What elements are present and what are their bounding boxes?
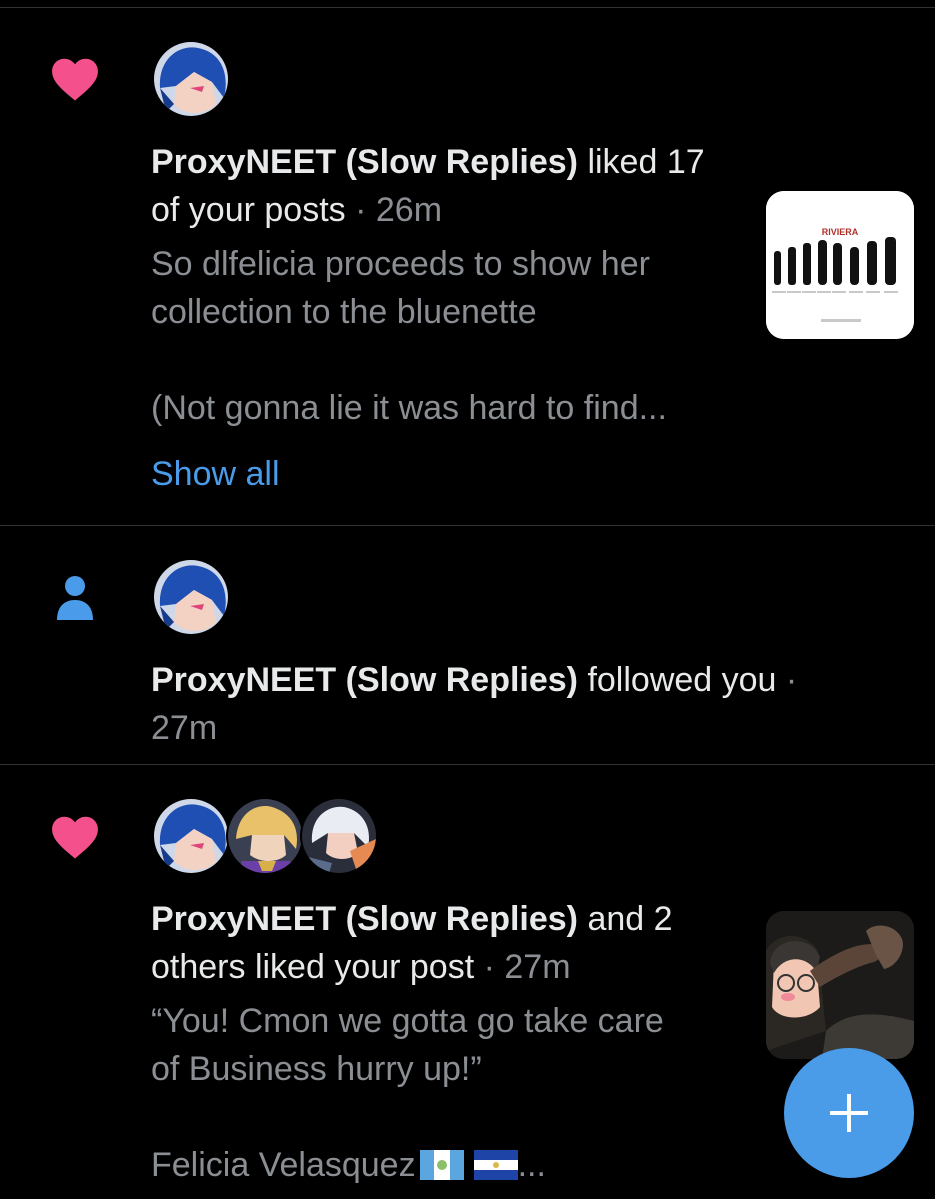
post-snippet-line: Felicia Velasquez ...: [151, 1141, 546, 1189]
plus-icon: [830, 1094, 868, 1132]
show-all-link[interactable]: Show all: [151, 450, 280, 498]
avatar[interactable]: [226, 797, 304, 875]
notification-text: ProxyNEET (Slow Replies) and 2 others li…: [151, 895, 731, 991]
guatemala-flag-icon: [419, 1150, 464, 1180]
separator: ·: [474, 948, 505, 986]
avatar[interactable]: [300, 797, 378, 875]
author-name: Felicia Velasquez: [151, 1146, 416, 1184]
post-snippet-line: “You! Cmon we gotta go take care: [151, 1002, 664, 1040]
compose-fab-button[interactable]: [784, 1048, 914, 1178]
user-name[interactable]: ProxyNEET (Slow Replies): [151, 661, 578, 699]
thumbnail-brand: RIVIERA: [822, 227, 859, 237]
action-text: followed you: [578, 661, 777, 699]
avatar[interactable]: [152, 797, 230, 875]
heart-icon: [50, 56, 100, 107]
avatar[interactable]: [152, 558, 230, 636]
timestamp: 26m: [375, 191, 443, 229]
divider: [0, 764, 935, 765]
divider-top: [0, 7, 935, 8]
separator: ·: [345, 191, 376, 229]
snippet-ellipsis: ...: [517, 1146, 546, 1184]
post-snippet-line: of Business hurry up!”: [151, 1050, 482, 1088]
heart-icon: [50, 814, 100, 865]
timestamp: 27m: [151, 709, 218, 747]
el-salvador-flag-icon: [473, 1150, 518, 1180]
post-snippet-line: collection to the bluenette: [151, 293, 537, 331]
divider: [0, 525, 935, 526]
separator: ·: [776, 661, 798, 699]
user-name[interactable]: ProxyNEET (Slow Replies): [151, 900, 578, 938]
notification-text: ProxyNEET (Slow Replies) liked 17 of you…: [151, 138, 731, 234]
user-name[interactable]: ProxyNEET (Slow Replies): [151, 143, 578, 181]
person-icon: [56, 574, 94, 627]
avatar[interactable]: [152, 40, 230, 118]
notification-text: ProxyNEET (Slow Replies) followed you · …: [151, 656, 871, 752]
post-thumbnail[interactable]: [766, 911, 914, 1059]
post-thumbnail[interactable]: RIVIERA: [766, 191, 914, 339]
post-snippet-line: (Not gonna lie it was hard to find...: [151, 389, 667, 427]
timestamp: 27m: [504, 948, 571, 986]
post-snippet-line: So dlfelicia proceeds to show her: [151, 245, 650, 283]
